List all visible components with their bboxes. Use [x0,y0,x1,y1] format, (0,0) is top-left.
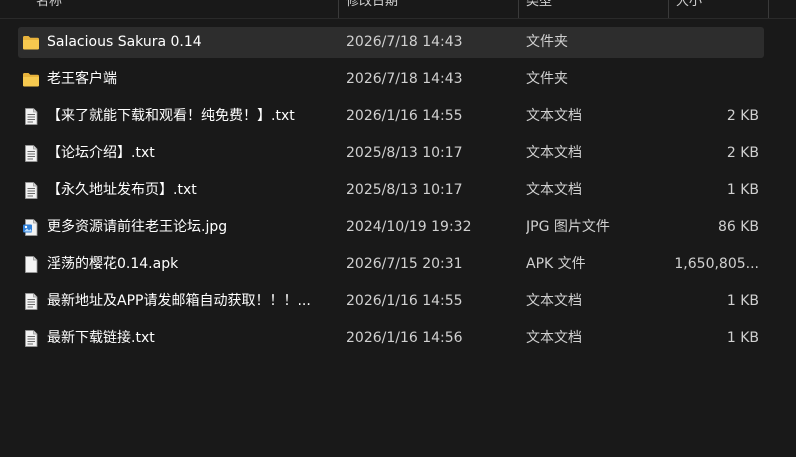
folder-icon [23,73,39,87]
column-divider[interactable] [518,0,519,18]
column-header-size[interactable]: 大小 [676,0,702,16]
file-row[interactable]: 老王客户端 2026/7/18 14:43 文件夹 [18,64,764,95]
file-size [668,27,759,58]
file-type: 文本文档 [526,330,582,346]
file-size: 2 KB [726,108,759,124]
file-type: 文本文档 [526,108,582,124]
file-size: 1 KB [726,182,759,198]
file-type: APK 文件 [526,256,586,272]
file-type: JPG 图片文件 [526,219,610,235]
file-date: 2026/7/18 14:43 [346,34,463,50]
file-type: 文本文档 [526,145,582,161]
column-header-date[interactable]: 修改日期 [346,0,398,16]
file-row[interactable]: 更多资源请前往老王论坛.jpg 2024/10/19 19:32 JPG 图片文… [18,212,764,243]
file-row-selected[interactable]: Salacious Sakura 0.14 2026/7/18 14:43 文件… [18,27,764,58]
file-name: 淫荡的樱花0.14.apk [47,256,179,272]
text-file-icon [25,108,38,125]
file-row[interactable]: 最新下载链接.txt 2026/1/16 14:56 文本文档 1 KB [18,323,764,354]
file-row[interactable]: 【论坛介绍】.txt 2025/8/13 10:17 文本文档 2 KB [18,138,764,169]
file-name: Salacious Sakura 0.14 [47,34,202,50]
file-date: 2025/8/13 10:17 [346,182,463,198]
folder-icon [23,36,39,50]
text-file-icon [25,293,38,310]
file-name: 【永久地址发布页】.txt [47,182,197,198]
column-divider[interactable] [338,0,339,18]
file-size: 2 KB [726,145,759,161]
file-date: 2026/1/16 14:55 [346,108,463,124]
file-type: 文本文档 [526,293,582,309]
file-name: 最新地址及APP请发邮箱自动获取！！！... [47,293,311,309]
file-size: 1 KB [726,293,759,309]
text-file-icon [25,330,38,347]
file-type: 文件夹 [526,34,568,50]
text-file-icon [25,145,38,162]
file-name: 【论坛介绍】.txt [47,145,155,161]
file-size: 86 KB [717,219,759,235]
file-size: 1,650,805... [674,256,759,272]
file-type: 文本文档 [526,182,582,198]
column-header-bar: 名称 修改日期 类型 大小 [0,0,796,19]
blank-file-icon [25,256,38,273]
file-row[interactable]: 【来了就能下载和观看！纯免费！】.txt 2026/1/16 14:55 文本文… [18,101,764,132]
file-row[interactable]: 【永久地址发布页】.txt 2025/8/13 10:17 文本文档 1 KB [18,175,764,206]
column-header-name[interactable]: 名称 [36,0,62,16]
text-file-icon [25,182,38,199]
file-name: 老王客户端 [47,71,117,87]
file-row[interactable]: 淫荡的樱花0.14.apk 2026/7/15 20:31 APK 文件 1,6… [18,249,764,280]
file-row[interactable]: 最新地址及APP请发邮箱自动获取！！！... 2026/1/16 14:55 文… [18,286,764,317]
file-date: 2026/1/16 14:56 [346,330,463,346]
file-size [668,64,759,95]
column-divider[interactable] [668,0,669,18]
file-name: 【来了就能下载和观看！纯免费！】.txt [47,108,295,124]
column-header-type[interactable]: 类型 [526,0,552,16]
file-date: 2026/7/18 14:43 [346,71,463,87]
file-date: 2026/7/15 20:31 [346,256,463,272]
image-file-icon [23,219,38,236]
file-name: 更多资源请前往老王论坛.jpg [47,219,228,235]
file-type: 文件夹 [526,71,568,87]
file-date: 2026/1/16 14:55 [346,293,463,309]
file-size: 1 KB [726,330,759,346]
file-date: 2025/8/13 10:17 [346,145,463,161]
file-explorer-list: 名称 修改日期 类型 大小 Salacious Sakura 0.14 2026… [0,0,796,457]
file-date: 2024/10/19 19:32 [346,219,472,235]
file-name: 最新下载链接.txt [47,330,155,346]
column-divider[interactable] [768,0,769,18]
